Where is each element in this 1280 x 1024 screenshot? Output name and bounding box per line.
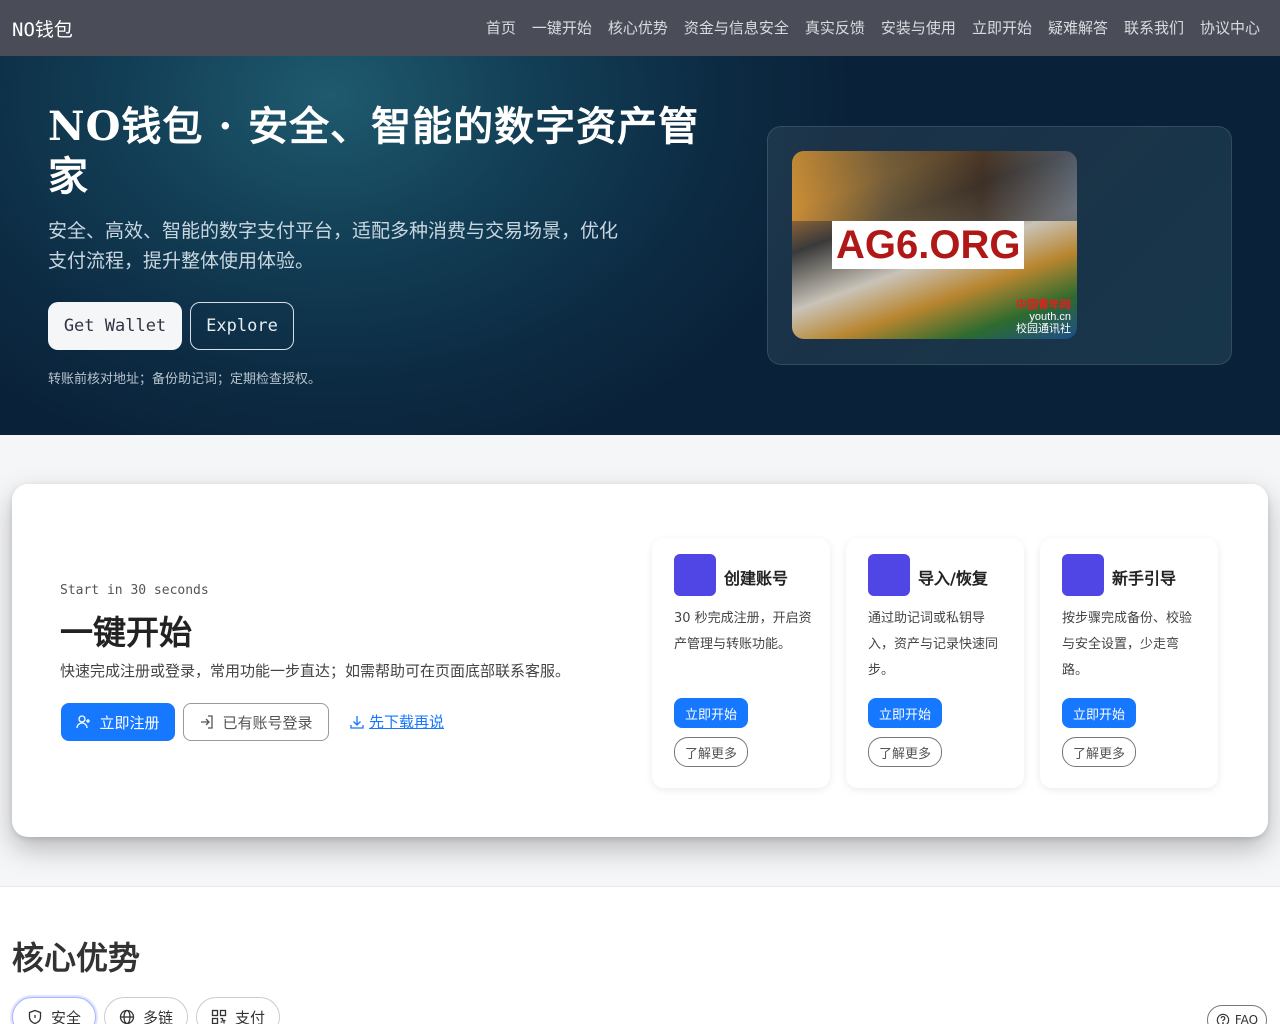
quick-start-kicker: Start in 30 seconds	[60, 583, 209, 598]
top-navbar: NO钱包 首页 一键开始 核心优势 资金与信息安全 真实反馈 安装与使用 立即开…	[0, 0, 1280, 56]
register-button[interactable]: 立即注册	[61, 703, 175, 741]
login-button-label: 已有账号登录	[222, 713, 313, 732]
nav-links: 首页 一键开始 核心优势 资金与信息安全 真实反馈 安装与使用 立即开始 疑难解…	[486, 17, 1260, 38]
card-learn-more-button[interactable]: 了解更多	[868, 737, 942, 767]
download-link-label: 先下载再说	[369, 713, 445, 731]
photo-logo-line2: youth.cn	[1029, 311, 1071, 323]
hero-security-note: 转账前核对地址；备份助记词；定期检查授权。	[48, 372, 322, 387]
photo-logo-line1: 中国青年网	[1016, 299, 1071, 311]
card-start-button[interactable]: 立即开始	[1062, 698, 1136, 728]
card-start-button[interactable]: 立即开始	[674, 698, 748, 728]
hero-photo: AG6.ORG 中国青年网 youth.cn 校园通讯社	[792, 151, 1077, 339]
quick-start-title: 一键开始	[60, 613, 192, 652]
add-user-icon	[76, 714, 92, 730]
beginner-guide-icon	[1062, 554, 1104, 596]
register-button-label: 立即注册	[99, 713, 160, 732]
create-account-icon	[674, 554, 716, 596]
card-start-button[interactable]: 立即开始	[868, 698, 942, 728]
download-first-link[interactable]: 先下载再说	[349, 711, 444, 732]
card-import-restore: 导入/恢复 通过助记词或私钥导入，资产与记录快速同步。 立即开始 了解更多	[846, 538, 1024, 788]
nav-link-install[interactable]: 安装与使用	[881, 17, 956, 38]
import-restore-icon	[868, 554, 910, 596]
globe-icon	[119, 1009, 135, 1024]
qr-code-icon	[211, 1009, 227, 1024]
card-title: 创建账号	[724, 569, 789, 588]
tab-security[interactable]: 安全	[12, 997, 97, 1024]
get-wallet-button[interactable]: Get Wallet	[48, 302, 182, 350]
login-button[interactable]: 已有账号登录	[183, 703, 329, 741]
question-icon	[1216, 1013, 1230, 1024]
photo-watermark: AG6.ORG	[832, 221, 1025, 269]
faq-button[interactable]: FAQ	[1207, 1005, 1267, 1024]
photo-logo-line3: 校园通讯社	[1016, 323, 1071, 335]
nav-link-advantages[interactable]: 核心优势	[608, 17, 668, 38]
tab-payment[interactable]: 支付	[196, 997, 281, 1024]
brand-logo[interactable]: NO钱包	[12, 15, 73, 42]
nav-link-start-now[interactable]: 立即开始	[972, 17, 1032, 38]
card-description: 30 秒完成注册，开启资产管理与转账功能。	[674, 611, 812, 652]
card-description: 按步骤完成备份、校验与安全设置，少走弯路。	[1062, 611, 1193, 678]
tab-multichain-label: 多链	[143, 1008, 174, 1024]
advantages-title: 核心优势	[12, 939, 141, 977]
nav-link-agreements[interactable]: 协议中心	[1200, 17, 1260, 38]
card-beginner-guide: 新手引导 按步骤完成备份、校验与安全设置，少走弯路。 立即开始 了解更多	[1040, 538, 1218, 788]
nav-link-security[interactable]: 资金与信息安全	[684, 17, 789, 38]
download-icon	[349, 714, 365, 730]
tab-security-label: 安全	[51, 1008, 82, 1024]
login-icon	[199, 714, 215, 730]
quick-start-description: 快速完成注册或登录，常用功能一步直达；如需帮助可在页面底部联系客服。	[60, 662, 571, 680]
photo-shelf-background	[792, 151, 1077, 221]
card-title: 导入/恢复	[918, 569, 988, 588]
shield-icon	[27, 1009, 43, 1024]
card-title: 新手引导	[1112, 569, 1177, 588]
card-learn-more-button[interactable]: 了解更多	[674, 737, 748, 767]
card-learn-more-button[interactable]: 了解更多	[1062, 737, 1136, 767]
card-create-account: 创建账号 30 秒完成注册，开启资产管理与转账功能。 立即开始 了解更多	[652, 538, 830, 788]
hero-subtitle: 安全、高效、智能的数字支付平台，适配多种消费与交易场景，优化支付流程，提升整体使…	[48, 220, 619, 272]
tab-payment-label: 支付	[235, 1008, 266, 1024]
quick-start-panel: Start in 30 seconds 一键开始 快速完成注册或登录，常用功能一…	[12, 484, 1268, 837]
advantages-section: 核心优势 安全 多链 支付 FAQ	[0, 886, 1280, 1024]
nav-link-faq[interactable]: 疑难解答	[1048, 17, 1108, 38]
hero-image-card: AG6.ORG 中国青年网 youth.cn 校园通讯社	[767, 126, 1232, 365]
tab-multichain[interactable]: 多链	[104, 997, 189, 1024]
card-description: 通过助记词或私钥导入，资产与记录快速同步。	[868, 611, 999, 678]
nav-link-home[interactable]: 首页	[486, 17, 516, 38]
photo-source-logo: 中国青年网 youth.cn 校园通讯社	[1016, 299, 1071, 335]
explore-button[interactable]: Explore	[190, 302, 294, 350]
nav-link-quick-start[interactable]: 一键开始	[532, 17, 592, 38]
hero-title: NO钱包 · 安全、智能的数字资产管家	[48, 103, 700, 200]
hero-section: NO钱包 · 安全、智能的数字资产管家 安全、高效、智能的数字支付平台，适配多种…	[0, 56, 1280, 435]
faq-label: FAQ	[1234, 1013, 1259, 1024]
nav-link-feedback[interactable]: 真实反馈	[805, 17, 865, 38]
nav-link-contact[interactable]: 联系我们	[1124, 17, 1184, 38]
